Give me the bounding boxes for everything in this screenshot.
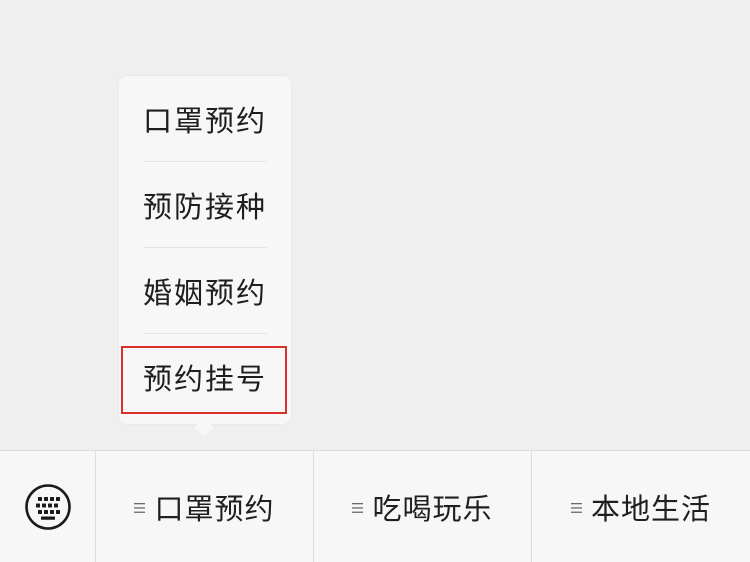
- menu-tab-food-fun[interactable]: 吃喝玩乐: [314, 451, 532, 562]
- submenu-item-vaccination[interactable]: 预防接种: [143, 162, 267, 248]
- submenu-item-label: 婚姻预约: [143, 275, 268, 310]
- menu-tab-label: 吃喝玩乐: [372, 491, 493, 526]
- menu-tab-label: 本地生活: [590, 491, 711, 526]
- keyboard-toggle-button[interactable]: [0, 451, 96, 562]
- menu-tab-mask-reservation[interactable]: 口罩预约: [96, 451, 314, 562]
- menu-lines-icon: [352, 502, 364, 513]
- submenu-item-label: 口罩预约: [143, 103, 268, 138]
- submenu-item-mask-reservation[interactable]: 口罩预约: [143, 76, 267, 162]
- submenu-item-label: 预约挂号: [143, 362, 268, 396]
- keyboard-icon: [24, 483, 71, 530]
- menu-lines-icon: [570, 502, 582, 513]
- menu-tab-label: 口罩预约: [154, 491, 275, 526]
- bottom-menu-bar: 口罩预约 吃喝玩乐 本地生活: [0, 450, 750, 562]
- submenu-item-marriage-reservation[interactable]: 婚姻预约: [143, 248, 267, 334]
- submenu-item-hospital-registration[interactable]: 预约挂号: [143, 334, 267, 420]
- submenu-popup: 口罩预约 预防接种 婚姻预约 预约挂号: [119, 76, 291, 424]
- menu-lines-icon: [134, 502, 146, 513]
- menu-tab-local-life[interactable]: 本地生活: [532, 451, 750, 562]
- submenu-item-label: 预防接种: [143, 189, 268, 224]
